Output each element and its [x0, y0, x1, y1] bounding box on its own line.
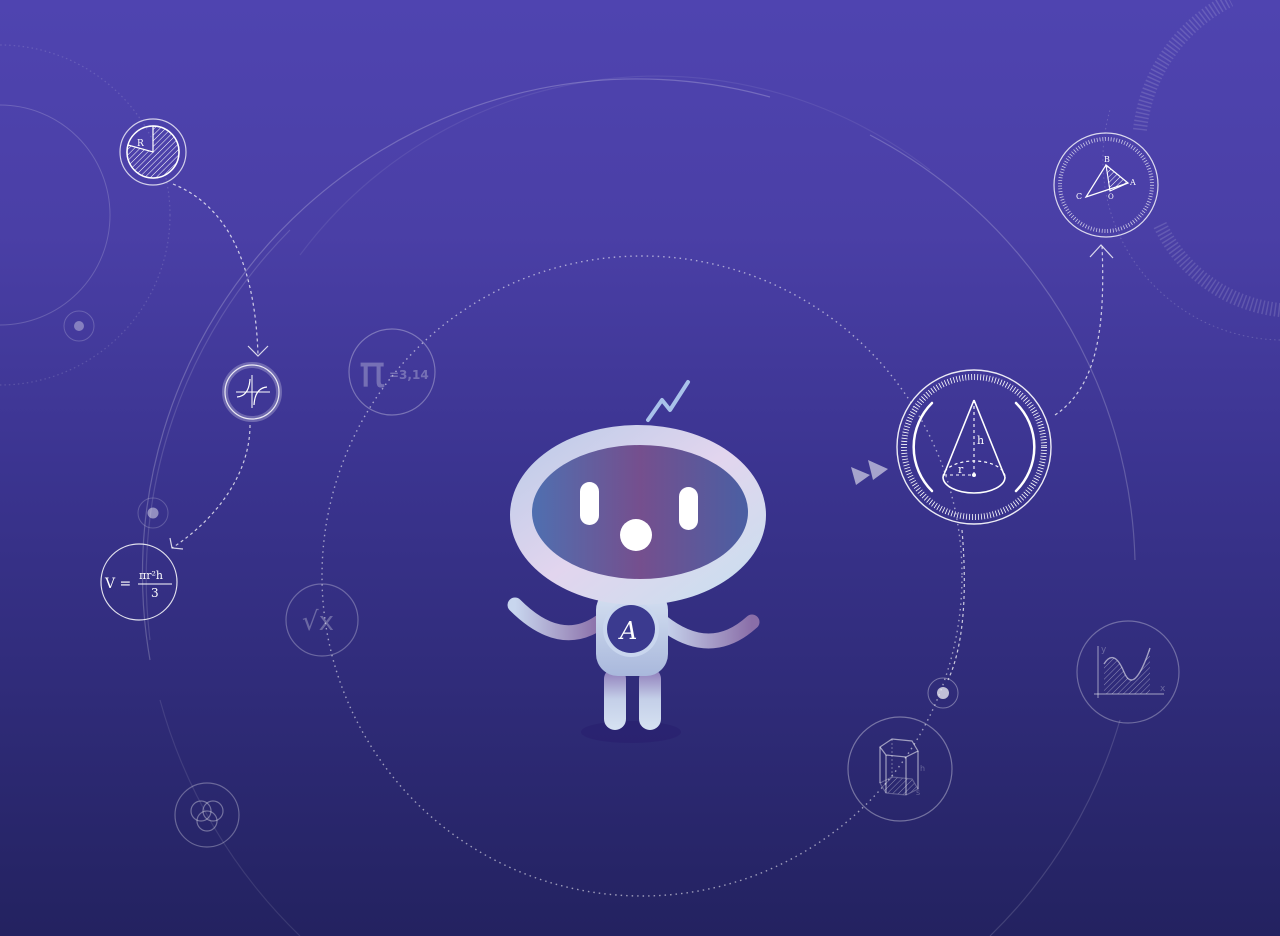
- cone-icon: h r: [896, 369, 1052, 525]
- triangle-icon: B A C O: [1053, 132, 1159, 238]
- area-under-curve-icon: y x: [1076, 620, 1180, 724]
- formula-numerator: πr²h: [139, 569, 163, 582]
- prism-h-label: h: [920, 764, 925, 773]
- hyperbola-icon: [222, 362, 282, 422]
- robot-mascot: A: [507, 380, 766, 743]
- robot-visor: [532, 445, 748, 579]
- pie-sector-icon: R: [119, 118, 187, 186]
- pi-symbol: π: [359, 347, 386, 398]
- vertex-a: A: [1129, 178, 1136, 187]
- sqrt-symbol: √x: [302, 607, 334, 637]
- node-dot: [74, 321, 84, 331]
- robot-left-arm: [507, 597, 608, 641]
- formula-lhs: V =: [104, 576, 131, 592]
- robot-right-eye: [679, 487, 698, 530]
- formula-denominator: 3: [151, 586, 159, 600]
- sqrt-icon: √x: [285, 583, 359, 657]
- robot-shadow: [581, 721, 681, 743]
- graph-y-label: y: [1101, 645, 1107, 655]
- prism-s-label: s: [916, 788, 920, 797]
- robot-right-arm: [654, 614, 760, 649]
- robot-chest-badge: A: [603, 601, 659, 657]
- graph-x-label: x: [1160, 684, 1166, 694]
- pi-icon: π =3,14: [348, 328, 436, 416]
- node-dot: [937, 687, 949, 699]
- robot-right-leg: [639, 668, 661, 730]
- robot-antenna: [646, 380, 690, 422]
- vertex-c: C: [1076, 192, 1082, 201]
- math-illustration: R V = πr²h 3 π =3,14 √x h r B A C O y x …: [0, 0, 1280, 936]
- vertex-b: B: [1104, 155, 1110, 164]
- robot-left-leg: [604, 668, 626, 730]
- robot-mouth: [620, 519, 652, 551]
- cone-radius-label: r: [958, 463, 964, 476]
- node-dot: [147, 507, 159, 519]
- play-arrows-icon: [851, 460, 888, 485]
- prism-icon: h s: [847, 716, 953, 822]
- cone-height-label: h: [977, 434, 984, 447]
- vertex-o: O: [1108, 193, 1114, 201]
- volume-formula-icon: V = πr²h 3: [100, 543, 178, 621]
- robot-left-eye: [580, 482, 599, 525]
- pi-value: =3,14: [389, 368, 429, 382]
- robot-logo: A: [618, 617, 637, 645]
- sector-label: R: [137, 139, 144, 149]
